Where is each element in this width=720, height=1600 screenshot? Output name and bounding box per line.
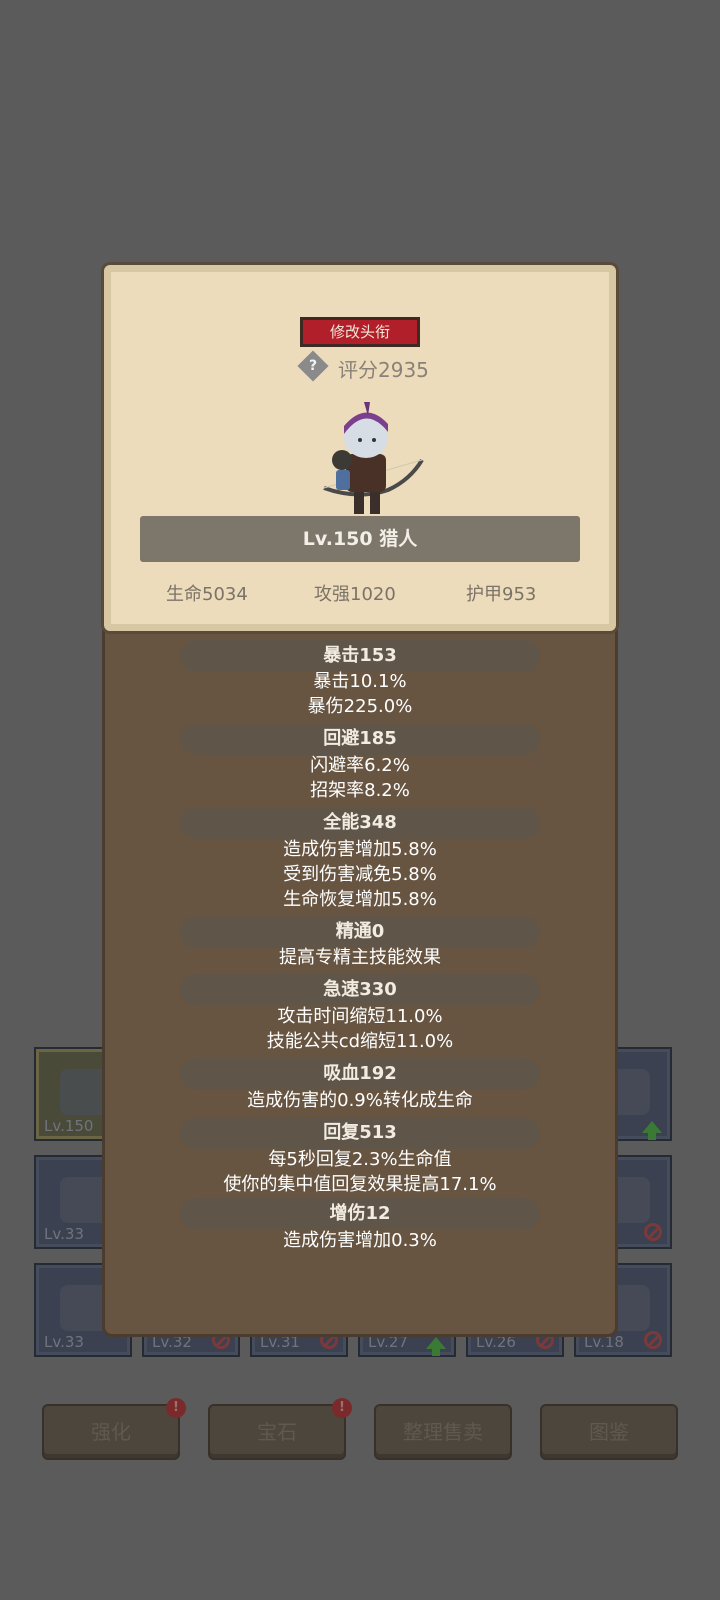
character-name-bar: Lv.150 猎人 [140,516,580,562]
stat-line: 闪避率6.2% [310,755,410,776]
stat-header-crit: 暴击153 [180,640,540,672]
hunter-character-icon [323,402,424,514]
score-label: 评分2935 [338,358,429,382]
codex-label: 图鉴 [589,1420,629,1444]
stat-line: 造成伤害的0.9%转化成生命 [247,1090,473,1111]
stat-line: 生命恢复增加5.8% [283,889,437,910]
stat-line: 每5秒回复2.3%生命值 [268,1149,452,1170]
alert-badge-icon: ! [332,1398,352,1418]
stat-armor: 护甲953 [466,584,537,605]
help-icon[interactable]: ? [297,350,329,382]
gem-label: 宝石 [257,1420,297,1444]
upgrade-arrow-icon [642,1121,662,1140]
stat-line: 招架率8.2% [310,780,410,801]
stat-header-damage-bonus: 增伤12 [180,1198,540,1230]
stat-header-lifesteal: 吸血192 [180,1058,540,1090]
slot-level: Lv.150 [44,1117,94,1135]
stat-header-regen: 回复513 [180,1117,540,1149]
forbidden-icon [644,1331,662,1349]
stat-line: 提高专精主技能效果 [279,947,441,968]
alert-badge-icon: ! [166,1398,186,1418]
stat-line: 受到伤害减免5.8% [283,864,437,885]
stat-line: 使你的集中值回复效果提高17.1% [223,1174,497,1195]
stat-line: 造成伤害增加0.3% [283,1230,437,1251]
upgrade-arrow-icon [426,1337,446,1356]
stat-header-haste: 急速330 [180,974,540,1006]
stat-attack: 攻强1020 [314,584,396,605]
stat-line: 技能公共cd缩短11.0% [266,1031,454,1052]
codex-button[interactable]: 图鉴 [540,1404,678,1460]
stat-header-versatility: 全能348 [180,807,540,839]
sort-sell-label: 整理售卖 [403,1420,483,1444]
stat-line: 攻击时间缩短11.0% [277,1006,443,1027]
gem-button[interactable]: 宝石 ! [208,1398,352,1460]
stat-header-mastery: 精通0 [180,916,540,948]
slot-level: Lv.33 [44,1225,84,1243]
sort-sell-button[interactable]: 整理售卖 [374,1404,512,1460]
enhance-label: 强化 [91,1420,131,1444]
change-title-button[interactable]: 修改头衔 [300,317,420,347]
slot-level: Lv.33 [44,1333,84,1351]
stat-line: 暴伤225.0% [307,696,413,717]
stat-line: 暴击10.1% [313,671,407,692]
enhance-button[interactable]: 强化 ! [42,1398,186,1460]
stat-header-avoid: 回避185 [180,723,540,755]
stat-hp: 生命5034 [166,584,248,605]
stat-line: 造成伤害增加5.8% [283,839,437,860]
forbidden-icon [644,1223,662,1241]
